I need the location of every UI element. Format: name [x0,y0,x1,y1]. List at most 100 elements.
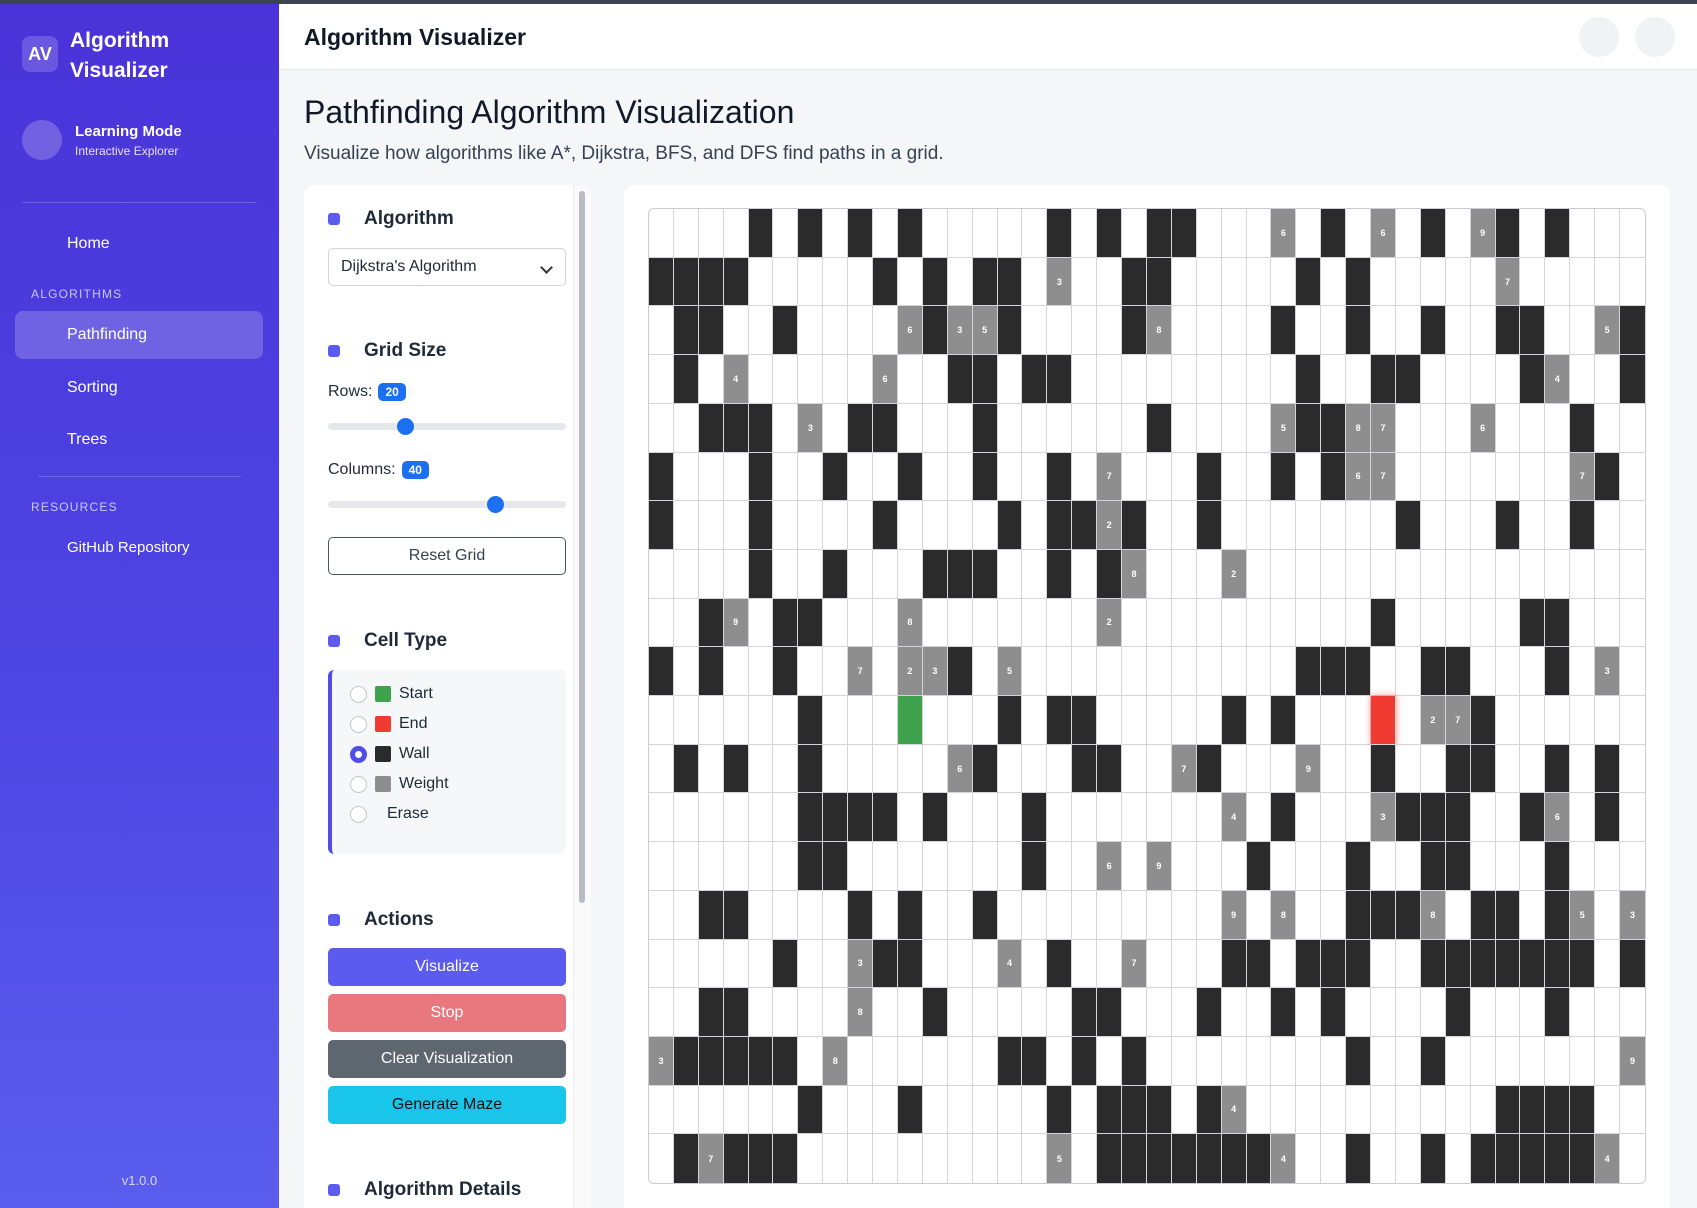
grid-cell-wall[interactable] [1470,696,1496,745]
grid-cell[interactable] [1196,355,1222,404]
grid-cell[interactable] [1395,988,1421,1037]
grid-cell-wall[interactable] [723,257,749,307]
grid-cell-wall[interactable] [1545,598,1571,648]
grid-cell[interactable] [922,744,948,794]
grid-cell[interactable] [1595,403,1621,453]
grid-cell[interactable] [723,842,749,891]
grid-cell[interactable] [1445,452,1471,502]
grid-cell[interactable] [1171,890,1197,940]
grid-cell-wall[interactable] [1196,988,1222,1037]
grid-cell[interactable] [1022,1085,1048,1135]
pathfinding-grid[interactable]: 6693763585464358767677282982723532767943… [648,208,1646,1184]
grid-cell[interactable] [1171,549,1197,599]
grid-cell[interactable] [1022,744,1048,794]
grid-cell-wall[interactable] [1520,1134,1546,1183]
grid-cell[interactable] [922,890,948,940]
grid-cell-wall[interactable] [873,939,898,989]
columns-slider[interactable] [328,496,566,513]
grid-cell[interactable] [1271,939,1297,989]
grid-cell[interactable] [1520,890,1546,940]
grid-cell[interactable] [1271,1085,1297,1135]
grid-cell-weight[interactable]: 4 [1595,1134,1621,1183]
grid-cell-wall[interactable] [1271,696,1297,745]
grid-cell[interactable] [997,1085,1023,1135]
grid-cell[interactable] [1620,209,1645,258]
grid-cell-wall[interactable] [649,257,674,307]
grid-cell-weight[interactable]: 7 [1371,452,1396,502]
grid-cell[interactable] [848,549,874,599]
grid-cell[interactable] [947,452,973,502]
grid-cell[interactable] [1146,988,1172,1037]
grid-cell[interactable] [1495,988,1521,1037]
grid-cell[interactable] [897,744,923,794]
grid-cell-weight[interactable]: 6 [947,744,973,794]
grid-cell[interactable] [649,842,674,891]
grid-cell-weight[interactable]: 3 [1047,257,1073,307]
grid-cell[interactable] [1196,696,1222,745]
rows-slider-thumb[interactable] [396,418,414,435]
grid-cell-wall[interactable] [1420,939,1446,989]
grid-cell[interactable] [798,355,824,404]
grid-cell-wall[interactable] [798,744,824,794]
grid-cell-weight[interactable]: 6 [873,355,898,404]
grid-cell-wall[interactable] [1445,988,1471,1037]
grid-cell[interactable] [698,549,724,599]
grid-cell-wall[interactable] [1271,452,1297,502]
grid-cell[interactable] [873,842,898,891]
grid-cell-wall[interactable] [798,209,824,258]
grid-cell[interactable] [773,696,799,745]
grid-cell[interactable] [873,890,898,940]
grid-cell[interactable] [1371,647,1396,696]
grid-cell-wall[interactable] [1445,744,1471,794]
grid-cell-wall[interactable] [1545,842,1571,891]
grid-cell[interactable] [1346,501,1372,550]
grid-cell[interactable] [972,1036,998,1086]
grid-cell[interactable] [673,793,699,843]
grid-cell[interactable] [1271,647,1297,696]
grid-cell[interactable] [972,647,998,696]
grid-cell[interactable] [1445,598,1471,648]
grid-cell-wall[interactable] [1371,355,1396,404]
grid-cell-wall[interactable] [1196,1134,1222,1183]
grid-cell[interactable] [1321,1085,1347,1135]
grid-cell[interactable] [1346,744,1372,794]
grid-cell[interactable] [1371,842,1396,891]
grid-cell-wall[interactable] [1122,257,1147,307]
grid-cell-wall[interactable] [1196,1085,1222,1135]
grid-cell-weight[interactable]: 3 [649,1036,674,1086]
grid-cell[interactable] [1296,1036,1322,1086]
grid-cell[interactable] [748,306,774,356]
grid-cell[interactable] [1271,842,1297,891]
grid-cell[interactable] [922,452,948,502]
grid-cell-weight[interactable]: 9 [1296,744,1322,794]
grid-cell[interactable] [1520,403,1546,453]
grid-cell[interactable] [848,257,874,307]
grid-cell[interactable] [1545,549,1571,599]
grid-cell-weight[interactable]: 8 [823,1036,849,1086]
grid-cell[interactable] [1221,355,1247,404]
grid-cell[interactable] [1470,452,1496,502]
grid-cell[interactable] [1196,306,1222,356]
grid-cell[interactable] [1520,501,1546,550]
grid-cell[interactable] [748,744,774,794]
grid-cell[interactable] [1296,306,1322,356]
grid-cell-wall[interactable] [798,1085,824,1135]
grid-cell[interactable] [1097,257,1123,307]
grid-cell[interactable] [848,1036,874,1086]
grid-cell[interactable] [649,1085,674,1135]
radio-erase[interactable] [350,805,367,823]
grid-cell[interactable] [1321,1036,1347,1086]
grid-cell[interactable] [1595,1085,1621,1135]
grid-cell[interactable] [823,209,849,258]
grid-cell[interactable] [1495,1036,1521,1086]
grid-cell-wall[interactable] [1520,306,1546,356]
grid-cell-wall[interactable] [823,793,849,843]
grid-cell-wall[interactable] [673,1036,699,1086]
grid-cell[interactable] [1346,793,1372,843]
grid-cell-wall[interactable] [997,501,1023,550]
grid-cell-wall[interactable] [1196,744,1222,794]
grid-cell[interactable] [1221,403,1247,453]
grid-cell-wall[interactable] [947,647,973,696]
grid-cell[interactable] [1296,549,1322,599]
grid-cell[interactable] [823,939,849,989]
